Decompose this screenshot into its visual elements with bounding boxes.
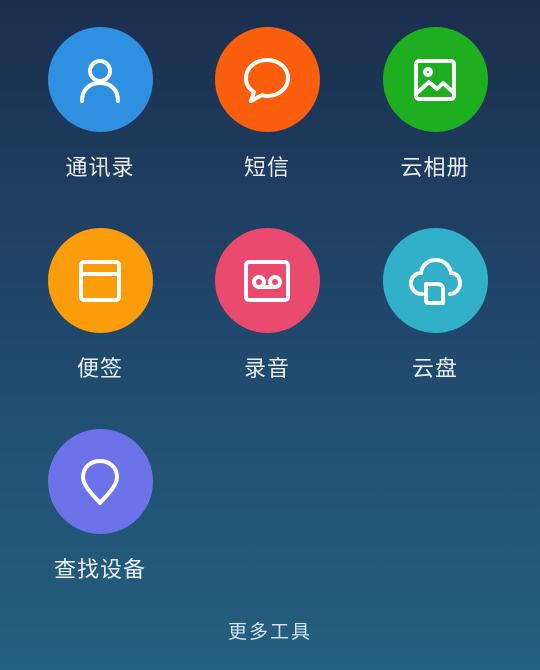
- contacts-icon: [47, 27, 153, 132]
- app-cloud-gallery[interactable]: 云相册: [351, 0, 519, 200]
- app-contacts[interactable]: 通讯录: [16, 0, 184, 200]
- recorder-icon: [214, 228, 320, 333]
- app-recorder[interactable]: 录音: [183, 201, 351, 401]
- app-messages[interactable]: 短信: [183, 0, 351, 200]
- app-label-notes: 便签: [76, 357, 123, 382]
- app-cloud-drive[interactable]: 云盘: [351, 201, 519, 401]
- notes-icon: [47, 228, 153, 333]
- app-find-device[interactable]: 查找设备: [16, 402, 184, 602]
- location-pin-icon: [47, 429, 153, 534]
- message-icon: [214, 27, 320, 132]
- app-label-cloud-gallery: 云相册: [400, 156, 470, 181]
- cloud-drive-icon: [382, 228, 488, 333]
- app-label-recorder: 录音: [243, 357, 290, 382]
- more-tools-link[interactable]: 更多工具: [0, 617, 540, 644]
- gallery-icon: [382, 27, 488, 132]
- app-notes[interactable]: 便签: [16, 201, 184, 401]
- app-label-messages: 短信: [243, 156, 290, 181]
- app-label-cloud-drive: 云盘: [411, 357, 458, 382]
- app-label-contacts: 通讯录: [65, 156, 135, 181]
- app-label-find-device: 查找设备: [53, 558, 146, 583]
